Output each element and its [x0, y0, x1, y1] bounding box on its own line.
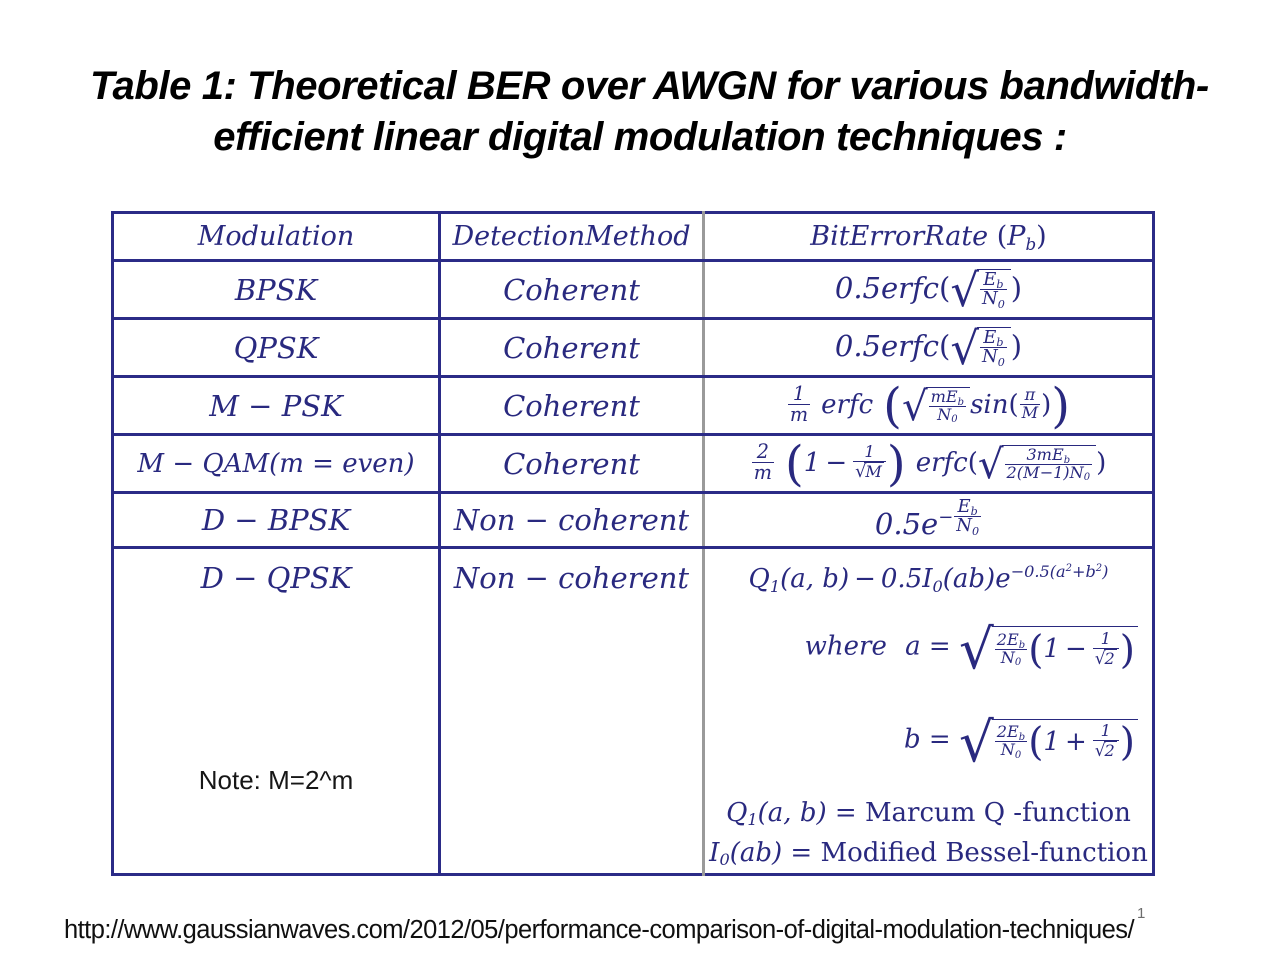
ber-formula-line-2: where a = √ 2Eb N0 (1−1 √2): [705, 605, 1152, 690]
ber-formula: 0.5erfc(√ Eb N0): [834, 264, 1023, 318]
cell-modulation: D − QPSK Note: M=2^m: [112, 547, 440, 875]
ber-formula-line-1: Q1(a, b) −0.5I0(ab)e−0.5(a2+b2): [748, 562, 1109, 596]
ber-table: Modulation DetectionMethod BitErrorRate …: [111, 211, 1155, 877]
table-row: BPSK Coherent 0.5erfc(√ Eb N0): [112, 260, 1154, 320]
header-cell-bit-error-rate: BitErrorRate (Pb): [702, 212, 1154, 262]
ber-formula: 1 m erfc (√ mEb N0 sin(π M)): [787, 377, 1071, 434]
cell-modulation: QPSK: [112, 318, 440, 378]
note-label: Note: M=2^m: [198, 765, 354, 795]
page-title: Table 1: Theoretical BER over AWGN for v…: [90, 62, 1209, 162]
ber-formula-block: Q1(a, b) −0.5I0(ab)e−0.5(a2+b2) where a =…: [705, 559, 1152, 873]
cell-detection: Non − coherent: [438, 547, 704, 875]
header-label-modulation: Modulation: [197, 221, 355, 252]
cell-detection: Coherent: [438, 434, 704, 494]
cell-ber-formula: 1 m erfc (√ mEb N0 sin(π M)): [702, 376, 1154, 436]
cell-modulation: M − PSK: [112, 376, 440, 436]
table-row: D − QPSK Note: M=2^m Non − coherent Q1(a…: [112, 547, 1154, 875]
modulation-label: D − BPSK: [201, 503, 351, 537]
cell-detection: Coherent: [438, 260, 704, 320]
ber-formula-line-5: I0(ab) = Modified Bessel-function: [709, 837, 1148, 870]
header-label-detection-method: DetectionMethod: [452, 221, 691, 252]
cell-modulation: D − BPSK: [112, 492, 440, 549]
table-row: M − PSK Coherent 1 m erfc (√ mEb N0 sin(π M)): [112, 376, 1154, 436]
modulation-label: QPSK: [233, 330, 319, 365]
cell-ber-formula: 2 m (1−1 √M) erfc(√ 3mEb 2(M−1)N0): [702, 434, 1154, 494]
detection-label: Non − coherent: [453, 503, 690, 537]
cell-ber-formula: 0.5erfc(√ Eb N0): [702, 260, 1154, 320]
detection-label: Coherent: [503, 388, 640, 423]
page-number: 1: [1137, 905, 1146, 922]
modulation-label: M − PSK: [209, 388, 343, 423]
table-row: D − BPSK Non − coherent 0.5e− Eb N0: [112, 492, 1154, 549]
cell-modulation: M − QAM(m = even): [112, 434, 440, 494]
modulation-label: M − QAM(m = even): [137, 448, 415, 479]
header-cell-modulation: Modulation: [112, 212, 440, 262]
table-row: QPSK Coherent 0.5erfc(√ Eb N0): [112, 318, 1154, 378]
cell-modulation: BPSK: [112, 260, 440, 320]
page-title-line-1: Table 1: Theoretical BER over AWGN for v…: [90, 64, 1209, 108]
ber-formula-line-3: b = √ 2Eb N0 (1 +1 √2): [705, 698, 1152, 783]
header-label-bit-error-rate: BitErrorRate (Pb): [810, 221, 1047, 254]
cell-detection: Non − coherent: [438, 492, 704, 549]
table-row: M − QAM(m = even) Coherent 2 m (1−1 √M) erfc…: [112, 434, 1154, 494]
header-cell-detection-method: DetectionMethod: [438, 212, 704, 262]
ber-formula-line-4: Q1(a, b) = Marcum Q -function: [726, 797, 1131, 830]
ber-formula: 0.5erfc(√ Eb N0): [834, 322, 1023, 376]
cell-ber-formula: Q1(a, b) −0.5I0(ab)e−0.5(a2+b2) where a =…: [702, 547, 1154, 875]
detection-label: Non − coherent: [453, 561, 690, 595]
cell-detection: Coherent: [438, 318, 704, 378]
detection-label: Coherent: [503, 272, 640, 307]
ber-formula: 0.5e− Eb N0: [874, 495, 982, 542]
modulation-label: BPSK: [234, 272, 318, 307]
page-title-line-2: efficient linear digital modulation tech…: [213, 114, 1067, 159]
detection-label: Coherent: [503, 446, 640, 481]
cell-ber-formula: 0.5e− Eb N0: [702, 492, 1154, 549]
table-header-row: Modulation DetectionMethod BitErrorRate …: [112, 212, 1154, 262]
ber-formula: 2 m (1−1 √M) erfc(√ 3mEb 2(M−1)N0): [751, 435, 1107, 492]
source-url[interactable]: http://www.gaussianwaves.com/2012/05/per…: [64, 916, 1135, 945]
cell-detection: Coherent: [438, 376, 704, 436]
detection-label: Coherent: [503, 330, 640, 365]
cell-ber-formula: 0.5erfc(√ Eb N0): [702, 318, 1154, 378]
modulation-label: D − QPSK: [200, 561, 352, 595]
